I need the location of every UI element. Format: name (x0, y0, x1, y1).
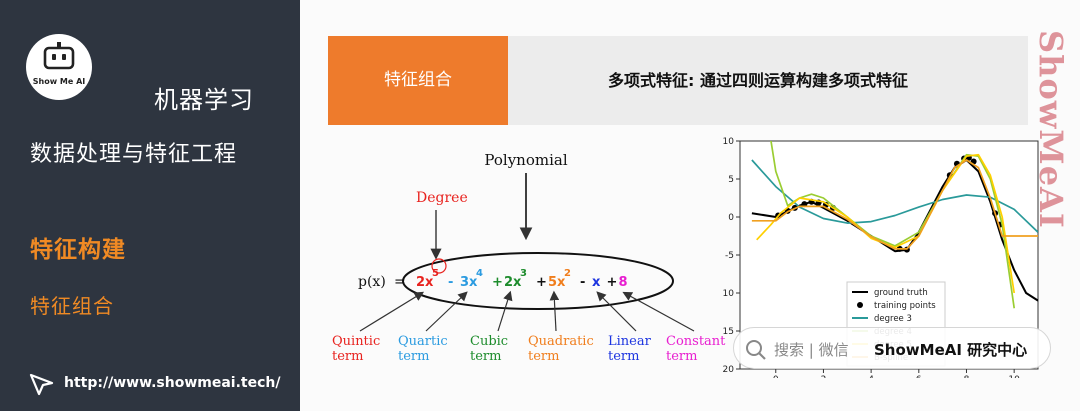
y-tick-label: -5 (725, 251, 734, 261)
section-subtitle: 特征组合 (30, 294, 114, 318)
term-label: Quartic (398, 334, 448, 349)
x-tick-label: 10 (1008, 375, 1020, 378)
cursor-icon (29, 373, 54, 396)
course-subtitle: 数据处理与特征工程 (30, 142, 238, 167)
banner-tag: 特征组合 (328, 36, 508, 125)
search-brand: ShowMeAI 研究中心 (874, 341, 1028, 359)
polynomial-terms: 2x5- 3x4+ 2x3+ 5x2- x +8 (416, 268, 628, 290)
term-coefficient: x (592, 275, 601, 290)
term-arrow (549, 290, 560, 332)
equals-sign: = (394, 274, 406, 290)
x-tick-label: 6 (916, 375, 922, 378)
term-label: Cubic (470, 334, 508, 349)
term-label-suffix: term (332, 349, 363, 364)
site-url-link[interactable]: http://www.showmeai.tech/ (64, 375, 281, 391)
term-label: Quintic (332, 334, 380, 349)
x-tick-label: 4 (868, 375, 874, 378)
polynomial-diagram: Polynomial Degree p(x) = 2x5- 3x4+ 2x3+ 5x2… (332, 151, 726, 364)
polynomial-title: Polynomial (484, 151, 567, 169)
y-tick-label: 20 (723, 365, 735, 375)
legend-label: ground truth (874, 288, 928, 298)
y-tick-label: 10 (723, 289, 735, 299)
term-operator: + (536, 275, 547, 290)
term-label-suffix: term (608, 349, 639, 364)
banner-tag-label: 特征组合 (384, 70, 452, 90)
search-text: 搜索 | 微信 (774, 341, 849, 359)
term-exponent: 4 (476, 268, 483, 279)
term-label-suffix: term (470, 349, 501, 364)
x-tick-label: 2 (821, 375, 827, 378)
showmeai-logo: Show Me AI (26, 34, 92, 100)
term-arrow (622, 291, 695, 332)
degree-label: Degree (416, 190, 468, 206)
term-exponent: 3 (520, 268, 527, 279)
banner-heading-box: 多项式特征: 通过四则运算构建多项式特征 (508, 36, 1028, 125)
term-operator: - (580, 275, 585, 290)
sidebar-panel: Show Me AI 机器学习 数据处理与特征工程 特征构建 特征组合 http… (0, 0, 300, 411)
term-label-suffix: term (398, 349, 429, 364)
logo-text: Show Me AI (32, 77, 86, 86)
term-label: Linear (608, 334, 652, 349)
robot-icon (43, 42, 75, 70)
wechat-search-badge: 搜索 | 微信 ShowMeAI 研究中心 (733, 327, 1051, 369)
term-exponent: 2 (564, 268, 571, 279)
legend-label: training points (874, 301, 936, 311)
term-operator: + (492, 275, 503, 290)
y-tick-label: 15 (723, 327, 734, 337)
term-label-suffix: term (666, 349, 697, 364)
x-tick-label: 8 (964, 375, 970, 378)
search-icon (746, 340, 766, 360)
term-operator: + (607, 275, 618, 290)
x-tick-label: 0 (773, 375, 779, 378)
term-labels: QuintictermQuartictermCubictermQuadratic… (332, 334, 726, 364)
term-arrow (497, 290, 513, 332)
y-tick-label: 0 (728, 213, 734, 223)
section-title: 特征构建 (30, 237, 126, 263)
legend-label: degree 3 (874, 314, 912, 324)
y-tick-label: 10 (723, 137, 735, 147)
legend-marker (857, 302, 863, 308)
banner-heading: 多项式特征: 通过四则运算构建多项式特征 (608, 71, 908, 90)
term-operator: - (448, 275, 453, 290)
term-arrow (596, 291, 637, 332)
term-label-suffix: term (528, 349, 559, 364)
term-arrow (359, 291, 425, 332)
course-title: 机器学习 (154, 86, 254, 114)
px-label: p(x) (358, 274, 386, 290)
term-label: Quadratic (528, 334, 594, 349)
y-tick-label: 5 (728, 175, 734, 185)
term-coefficient: 8 (619, 275, 628, 290)
